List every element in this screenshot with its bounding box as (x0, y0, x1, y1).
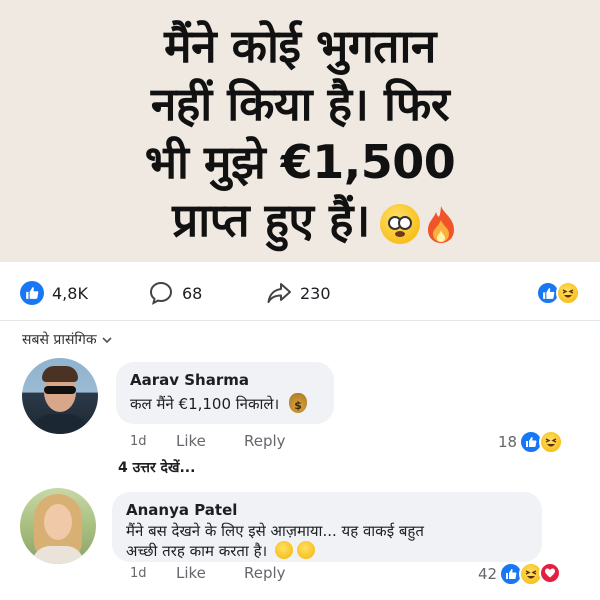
headline-line-3: भी मुझे €1,500 (144, 135, 456, 189)
headline-line-4: प्राप्त हुए हैं। (172, 193, 370, 247)
avatar[interactable] (20, 488, 96, 564)
comment-bubble: Ananya Patel मैंने बस देखने के लिए इसे आ… (112, 492, 542, 562)
haha-icon (556, 281, 580, 305)
avatar[interactable] (22, 358, 98, 434)
headline-line-2: नहीं किया है। फिर (150, 77, 450, 131)
grinning-face-icon (275, 541, 294, 559)
comment-author[interactable]: Ananya Patel (126, 501, 528, 519)
comment-timestamp[interactable]: 1d (130, 434, 176, 449)
reply-button[interactable]: Reply (244, 432, 286, 450)
divider (0, 320, 600, 321)
flushed-face-icon (379, 203, 420, 244)
like-icon (20, 281, 44, 305)
reply-button[interactable]: Reply (244, 564, 286, 582)
comment-reaction-summary[interactable]: 42 (478, 562, 562, 586)
comment-author[interactable]: Aarav Sharma (130, 371, 320, 389)
comment-reaction-summary[interactable]: 18 (498, 430, 564, 454)
reaction-count: 42 (478, 565, 498, 583)
comment-sort-dropdown[interactable]: सबसे प्रासंगिक (22, 330, 113, 349)
post-reactions[interactable] (536, 281, 580, 305)
like-button[interactable]: Like (176, 564, 244, 582)
view-replies-link[interactable]: 4 उत्तर देखें... (118, 458, 195, 477)
shares-count: 230 (300, 283, 331, 303)
comment-actions: 1d Like Reply (130, 564, 286, 582)
comment-timestamp[interactable]: 1d (130, 566, 176, 581)
comment-bubble: Aarav Sharma कल मैंने €1,100 निकाले। (116, 362, 334, 424)
post-stats-bar: 4,8K 68 230 (0, 272, 600, 314)
money-bag-icon (289, 393, 308, 416)
comment-text-line-1: मैंने बस देखने के लिए इसे आज़माया... यह … (126, 522, 424, 540)
comments-count: 68 (182, 283, 203, 303)
like-button[interactable]: Like (176, 432, 244, 450)
post-image-headline[interactable]: मैंने कोई भुगतान नहीं किया है। फिर भी मु… (0, 0, 600, 262)
likes-stat[interactable]: 4,8K (20, 281, 148, 305)
chevron-down-icon (102, 336, 112, 343)
headline-line-4-row: प्राप्त हुए हैं। (142, 191, 458, 249)
love-icon (539, 562, 562, 584)
fire-icon (427, 205, 454, 243)
comment-text: कल मैंने €1,100 निकाले। (130, 393, 320, 416)
comments-stat[interactable]: 68 (148, 280, 266, 306)
comment-text-line-2: अच्छी तरह काम करता है। (126, 541, 528, 561)
grinning-face-icon (297, 541, 316, 559)
likes-count: 4,8K (52, 283, 88, 303)
haha-icon (539, 430, 564, 454)
shares-stat[interactable]: 230 (266, 280, 331, 306)
reaction-count: 18 (498, 433, 518, 451)
sort-label: सबसे प्रासंगिक (22, 332, 97, 348)
comment-icon (149, 281, 173, 305)
share-icon (267, 283, 291, 303)
headline-line-1: मैंने कोई भुगतान (164, 19, 436, 73)
comment-actions: 1d Like Reply (130, 432, 286, 450)
